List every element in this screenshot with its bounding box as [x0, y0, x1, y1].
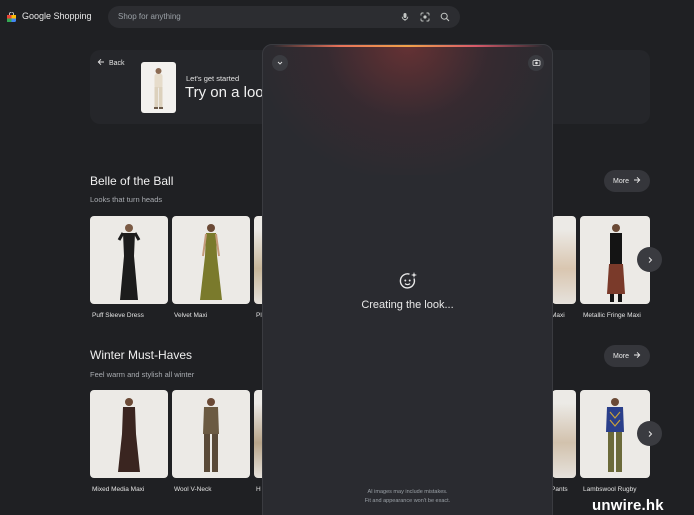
google-shopping-logo-icon — [6, 10, 17, 22]
watermark: unwire.hk — [592, 497, 664, 514]
product-label[interactable]: Lambswool Rugby — [583, 486, 636, 493]
camera-icon — [532, 54, 541, 72]
product-image — [200, 224, 222, 300]
panel-glow — [263, 45, 552, 175]
brand-name: Google Shopping — [22, 10, 92, 21]
more-button-winter[interactable]: More — [604, 345, 650, 367]
mic-icon[interactable] — [399, 11, 411, 23]
more-label: More — [613, 352, 629, 360]
product-image — [203, 398, 219, 472]
product-image — [117, 224, 141, 300]
product-card[interactable] — [172, 390, 250, 478]
product-card[interactable] — [172, 216, 250, 304]
product-card[interactable] — [552, 216, 576, 304]
product-image — [118, 398, 140, 472]
carousel-next-button[interactable] — [637, 247, 662, 272]
model-thumbnail[interactable] — [141, 62, 176, 113]
chevron-down-icon — [276, 54, 284, 72]
product-label[interactable]: Maxi — [551, 312, 565, 319]
product-card[interactable] — [90, 390, 168, 478]
lens-icon[interactable] — [419, 11, 431, 23]
product-label[interactable]: H — [256, 486, 261, 493]
product-label[interactable]: Pants — [551, 486, 568, 493]
carousel-next-button[interactable] — [637, 421, 662, 446]
back-label: Back — [109, 59, 125, 67]
panel-rim — [273, 45, 543, 47]
search-placeholder: Shop for anything — [118, 12, 181, 21]
loading-text: Creating the look... — [361, 299, 454, 311]
top-bar: Google Shopping Shop for anything — [0, 0, 694, 34]
more-label: More — [613, 177, 629, 185]
section-subtitle-belle: Looks that turn heads — [90, 195, 163, 204]
arrow-right-icon — [633, 176, 641, 186]
brand[interactable]: Google Shopping — [6, 10, 92, 22]
disclaimer-line-2: Fit and appearance won't be exact. — [364, 498, 451, 504]
collapse-button[interactable] — [272, 55, 288, 71]
product-label[interactable]: Velvet Maxi — [174, 312, 207, 319]
back-button[interactable]: Back — [97, 58, 125, 68]
product-label[interactable]: Puff Sleeve Dress — [92, 312, 144, 319]
product-label[interactable]: Pl — [256, 312, 262, 319]
hero-subtitle: Let's get started — [186, 74, 240, 83]
search-input[interactable]: Shop for anything — [108, 6, 460, 28]
sparkle-face-icon — [398, 272, 418, 295]
hero-title: Try on a loo — [185, 84, 264, 101]
section-title-winter: Winter Must-Haves — [90, 348, 193, 362]
section-subtitle-winter: Feel warm and stylish all winter — [90, 370, 195, 379]
product-label[interactable]: Metallic Fringe Maxi — [583, 312, 641, 319]
chevron-right-icon — [646, 251, 654, 269]
product-label[interactable]: Mixed Media Maxi — [92, 486, 144, 493]
section-title-belle: Belle of the Ball — [90, 174, 174, 188]
arrow-right-icon — [633, 351, 641, 361]
arrow-left-icon — [97, 58, 105, 68]
camera-button[interactable] — [528, 55, 544, 71]
try-on-panel: Creating the look... AI images may inclu… — [262, 44, 553, 515]
product-card[interactable] — [90, 216, 168, 304]
product-card[interactable] — [552, 390, 576, 478]
chevron-right-icon — [646, 425, 654, 443]
disclaimer-line-1: AI images may include mistakes. — [367, 489, 448, 495]
loading-indicator — [263, 271, 552, 296]
more-button-belle[interactable]: More — [604, 170, 650, 192]
product-label[interactable]: Wool V-Neck — [174, 486, 211, 493]
search-icon[interactable] — [439, 11, 451, 23]
